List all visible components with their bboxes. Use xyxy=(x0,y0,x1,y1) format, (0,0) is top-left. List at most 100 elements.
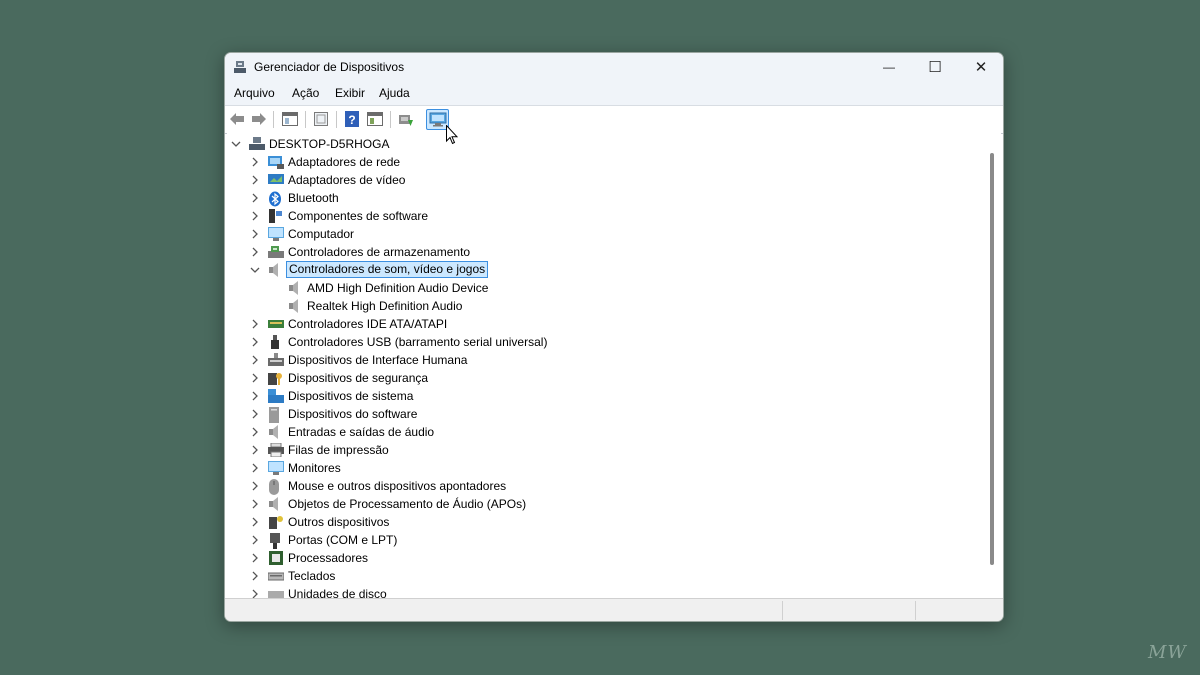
tree-item-label: Adaptadores de rede xyxy=(288,155,401,169)
chevron-right-icon xyxy=(250,373,260,383)
expand-toggle[interactable] xyxy=(250,371,260,385)
computer-icon xyxy=(268,227,284,241)
menu-ajuda[interactable]: Ajuda xyxy=(379,86,410,100)
close-icon: ✕ xyxy=(974,59,988,76)
tree-item[interactable]: Monitores xyxy=(227,459,967,477)
view-button[interactable] xyxy=(366,110,384,128)
expand-toggle[interactable] xyxy=(250,533,260,547)
scrollbar-thumb[interactable] xyxy=(990,153,994,565)
maximize-button[interactable]: ☐ xyxy=(912,53,958,81)
chevron-right-icon xyxy=(250,355,260,365)
tree-item-label: Outros dispositivos xyxy=(288,515,390,529)
tree-item[interactable]: Outros dispositivos xyxy=(227,513,967,531)
keyboard-icon xyxy=(268,569,284,583)
display-adapter-icon xyxy=(268,173,284,187)
tree-item-label: Unidades de disco xyxy=(288,587,387,598)
menu-exibir[interactable]: Exibir xyxy=(335,86,365,100)
tree-item[interactable]: Dispositivos do software xyxy=(227,405,967,423)
tree-child-item[interactable]: Realtek High Definition Audio xyxy=(227,297,967,315)
expand-toggle[interactable] xyxy=(250,209,260,223)
tree-item[interactable]: Portas (COM e LPT) xyxy=(227,531,967,549)
tree-item-label: Controladores USB (barramento serial uni… xyxy=(288,335,548,349)
expand-toggle[interactable] xyxy=(250,551,260,565)
tree-child-item[interactable]: AMD High Definition Audio Device xyxy=(227,279,967,297)
chevron-down-icon xyxy=(231,139,241,149)
tree-item-label: Teclados xyxy=(288,569,336,583)
chevron-right-icon xyxy=(250,319,260,329)
chevron-right-icon xyxy=(250,337,260,347)
tree-item[interactable]: Dispositivos de segurança xyxy=(227,369,967,387)
tree-item-label: Dispositivos de sistema xyxy=(288,389,414,403)
security-device-icon xyxy=(268,371,284,385)
close-button[interactable]: ✕ xyxy=(958,53,1003,81)
tree-item[interactable]: Dispositivos de sistema xyxy=(227,387,967,405)
expand-toggle[interactable] xyxy=(231,137,241,151)
tree-item[interactable]: Objetos de Processamento de Áudio (APOs) xyxy=(227,495,967,513)
tree-item[interactable]: Processadores xyxy=(227,549,967,567)
expand-toggle[interactable] xyxy=(250,245,260,259)
expand-toggle[interactable] xyxy=(250,497,260,511)
tree-item-label: Dispositivos de Interface Humana xyxy=(288,353,468,367)
expand-toggle[interactable] xyxy=(250,389,260,403)
ide-controller-icon xyxy=(268,317,284,331)
tree-item[interactable]: Bluetooth xyxy=(227,189,967,207)
tree-item[interactable]: Entradas e saídas de áudio xyxy=(227,423,967,441)
forward-button[interactable] xyxy=(250,110,268,128)
expand-toggle[interactable] xyxy=(250,569,260,583)
tree-item[interactable]: Controladores IDE ATA/ATAPI xyxy=(227,315,967,333)
expand-toggle[interactable] xyxy=(250,515,260,529)
tree-item[interactable]: Controladores de armazenamento xyxy=(227,243,967,261)
chevron-right-icon xyxy=(250,247,260,257)
tree-item[interactable]: Adaptadores de vídeo xyxy=(227,171,967,189)
tree-item-label: Controladores IDE ATA/ATAPI xyxy=(288,317,448,331)
expand-toggle[interactable] xyxy=(250,479,260,493)
scan-hardware-icon xyxy=(429,112,446,127)
tree-item-label: Entradas e saídas de áudio xyxy=(288,425,435,439)
tree-item-label: Realtek High Definition Audio xyxy=(307,299,463,313)
expand-toggle[interactable] xyxy=(250,155,260,169)
expand-toggle[interactable] xyxy=(250,263,260,277)
chevron-right-icon xyxy=(250,445,260,455)
expand-toggle[interactable] xyxy=(250,227,260,241)
expand-toggle[interactable] xyxy=(250,407,260,421)
properties-button[interactable] xyxy=(312,110,330,128)
vertical-scrollbar[interactable] xyxy=(985,133,1001,598)
expand-toggle[interactable] xyxy=(250,425,260,439)
tree-item[interactable]: Controladores de som, vídeo e jogos xyxy=(227,261,967,279)
menu-acao[interactable]: Ação xyxy=(292,86,319,100)
expand-toggle[interactable] xyxy=(250,317,260,331)
toolbar-separator xyxy=(336,111,337,128)
tree-item-label: Controladores de som, vídeo e jogos xyxy=(286,261,489,278)
tree-item[interactable]: Controladores USB (barramento serial uni… xyxy=(227,333,967,351)
expand-toggle[interactable] xyxy=(250,461,260,475)
tree-item[interactable]: Adaptadores de rede xyxy=(227,153,967,171)
tree-item[interactable]: Dispositivos de Interface Humana xyxy=(227,351,967,369)
minimize-button[interactable]: — xyxy=(866,53,912,81)
bluetooth-icon xyxy=(268,191,284,207)
tree-item-label: Adaptadores de vídeo xyxy=(288,173,406,187)
tree-item[interactable]: Filas de impressão xyxy=(227,441,967,459)
expand-toggle[interactable] xyxy=(250,335,260,349)
monitor-icon xyxy=(268,461,284,475)
expand-toggle[interactable] xyxy=(250,443,260,457)
help-icon: ? xyxy=(345,111,359,127)
expand-toggle[interactable] xyxy=(250,353,260,367)
expand-toggle[interactable] xyxy=(250,173,260,187)
menu-arquivo[interactable]: Arquivo xyxy=(234,86,275,100)
title-bar[interactable]: Gerenciador de Dispositivos — ☐ ✕ xyxy=(225,53,1003,81)
expand-toggle[interactable] xyxy=(250,191,260,205)
tree-item-label: Objetos de Processamento de Áudio (APOs) xyxy=(288,497,527,511)
update-driver-button[interactable] xyxy=(397,110,415,128)
help-button[interactable]: ? xyxy=(343,110,361,128)
expand-toggle[interactable] xyxy=(250,587,260,598)
tree-root[interactable]: DESKTOP-D5RHOGA xyxy=(227,135,967,153)
tree-item[interactable]: Unidades de disco xyxy=(227,585,967,598)
back-button[interactable] xyxy=(228,110,246,128)
tree-item[interactable]: Componentes de software xyxy=(227,207,967,225)
tree-item[interactable]: Computador xyxy=(227,225,967,243)
update-driver-icon xyxy=(399,115,413,126)
status-separator xyxy=(782,601,783,620)
tree-item[interactable]: Mouse e outros dispositivos apontadores xyxy=(227,477,967,495)
show-hide-tree-button[interactable] xyxy=(281,110,299,128)
tree-item[interactable]: Teclados xyxy=(227,567,967,585)
